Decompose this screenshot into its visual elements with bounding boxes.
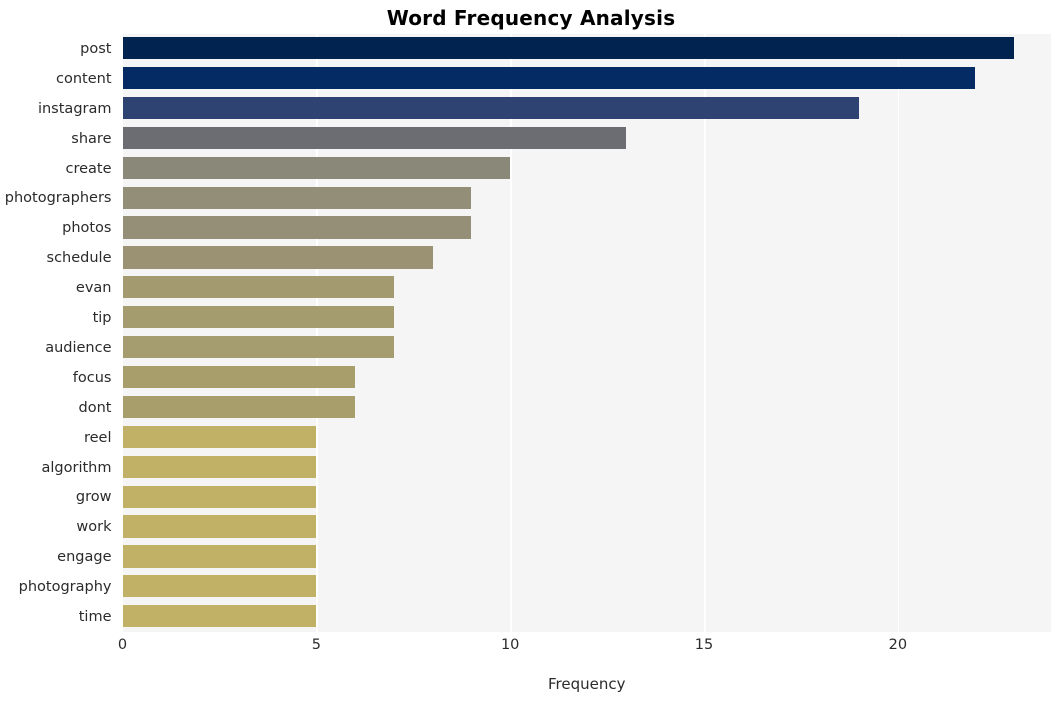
bar-row bbox=[122, 124, 1052, 154]
bar-row bbox=[122, 333, 1052, 363]
y-axis-tick-label: algorithm bbox=[41, 459, 112, 476]
x-axis-tick-label: 0 bbox=[117, 637, 128, 653]
x-axis-tick-label: 15 bbox=[694, 637, 714, 653]
bar[interactable] bbox=[122, 425, 317, 448]
bar-row bbox=[122, 393, 1052, 423]
bar[interactable] bbox=[122, 575, 317, 598]
y-axis-tick-label: audience bbox=[45, 339, 112, 356]
y-axis-tick-label: dont bbox=[78, 399, 112, 416]
bar[interactable] bbox=[122, 96, 860, 120]
bar[interactable] bbox=[122, 306, 394, 329]
bar-row bbox=[122, 303, 1052, 333]
x-axis-label: Frequency bbox=[548, 675, 626, 693]
y-axis-tick-label: reel bbox=[83, 429, 112, 446]
bar-row bbox=[122, 34, 1052, 64]
y-axis-tick-label: content bbox=[55, 70, 112, 87]
bar[interactable] bbox=[122, 66, 976, 90]
bar-row bbox=[122, 243, 1052, 273]
bar[interactable] bbox=[122, 37, 1015, 60]
bar-row bbox=[122, 154, 1052, 184]
bar[interactable] bbox=[122, 605, 317, 628]
bar[interactable] bbox=[122, 485, 317, 508]
bar-row bbox=[122, 423, 1052, 453]
y-axis-tick-label: tip bbox=[92, 310, 112, 327]
bar[interactable] bbox=[122, 156, 511, 179]
bar[interactable] bbox=[122, 395, 356, 419]
bar[interactable] bbox=[122, 186, 472, 209]
chart-figure: Word Frequency Analysis post content insta… bbox=[0, 0, 1062, 701]
y-axis-tick-label: time bbox=[78, 609, 112, 626]
y-axis-tick-label: schedule bbox=[46, 250, 112, 267]
y-axis-tick-label: share bbox=[71, 130, 112, 147]
y-axis-tick-label: grow bbox=[75, 489, 112, 506]
bar-row bbox=[122, 542, 1052, 572]
y-axis-tick-label: work bbox=[76, 519, 112, 536]
y-axis-tick-label: evan bbox=[75, 280, 112, 297]
bar-row bbox=[122, 64, 1052, 94]
y-axis-tick-label: photography bbox=[18, 579, 112, 596]
x-axis-tick-label: 20 bbox=[888, 637, 908, 653]
y-axis-tick-label: engage bbox=[57, 549, 112, 566]
bar-row bbox=[122, 483, 1052, 513]
y-axis-tick-label: photos bbox=[62, 220, 112, 237]
bar[interactable] bbox=[122, 545, 317, 568]
chart-title: Word Frequency Analysis bbox=[386, 6, 676, 30]
plot-area bbox=[122, 34, 1052, 632]
bar-row bbox=[122, 572, 1052, 602]
y-axis-tick-label: create bbox=[65, 160, 112, 177]
bar-row bbox=[122, 273, 1052, 303]
bar[interactable] bbox=[122, 365, 356, 389]
bars-layer bbox=[122, 34, 1052, 632]
bar[interactable] bbox=[122, 126, 627, 149]
bar[interactable] bbox=[122, 515, 317, 538]
x-axis-tick-label: 5 bbox=[311, 637, 321, 653]
y-axis-tick-label: photographers bbox=[4, 190, 112, 207]
bar-row bbox=[122, 184, 1052, 214]
bar[interactable] bbox=[122, 455, 317, 478]
x-axis-tick-label: 10 bbox=[500, 637, 520, 653]
bar-row bbox=[122, 213, 1052, 243]
bar-row bbox=[122, 363, 1052, 393]
y-axis-tick-label: instagram bbox=[37, 100, 112, 117]
bar[interactable] bbox=[122, 216, 472, 239]
y-axis-tick-label: post bbox=[80, 40, 112, 57]
bar-row bbox=[122, 512, 1052, 542]
bar-row bbox=[122, 602, 1052, 632]
bar-row bbox=[122, 453, 1052, 483]
bar-row bbox=[122, 94, 1052, 124]
y-axis-tick-label: focus bbox=[72, 369, 112, 386]
bar[interactable] bbox=[122, 246, 433, 269]
bar[interactable] bbox=[122, 276, 394, 299]
bar[interactable] bbox=[122, 336, 394, 359]
